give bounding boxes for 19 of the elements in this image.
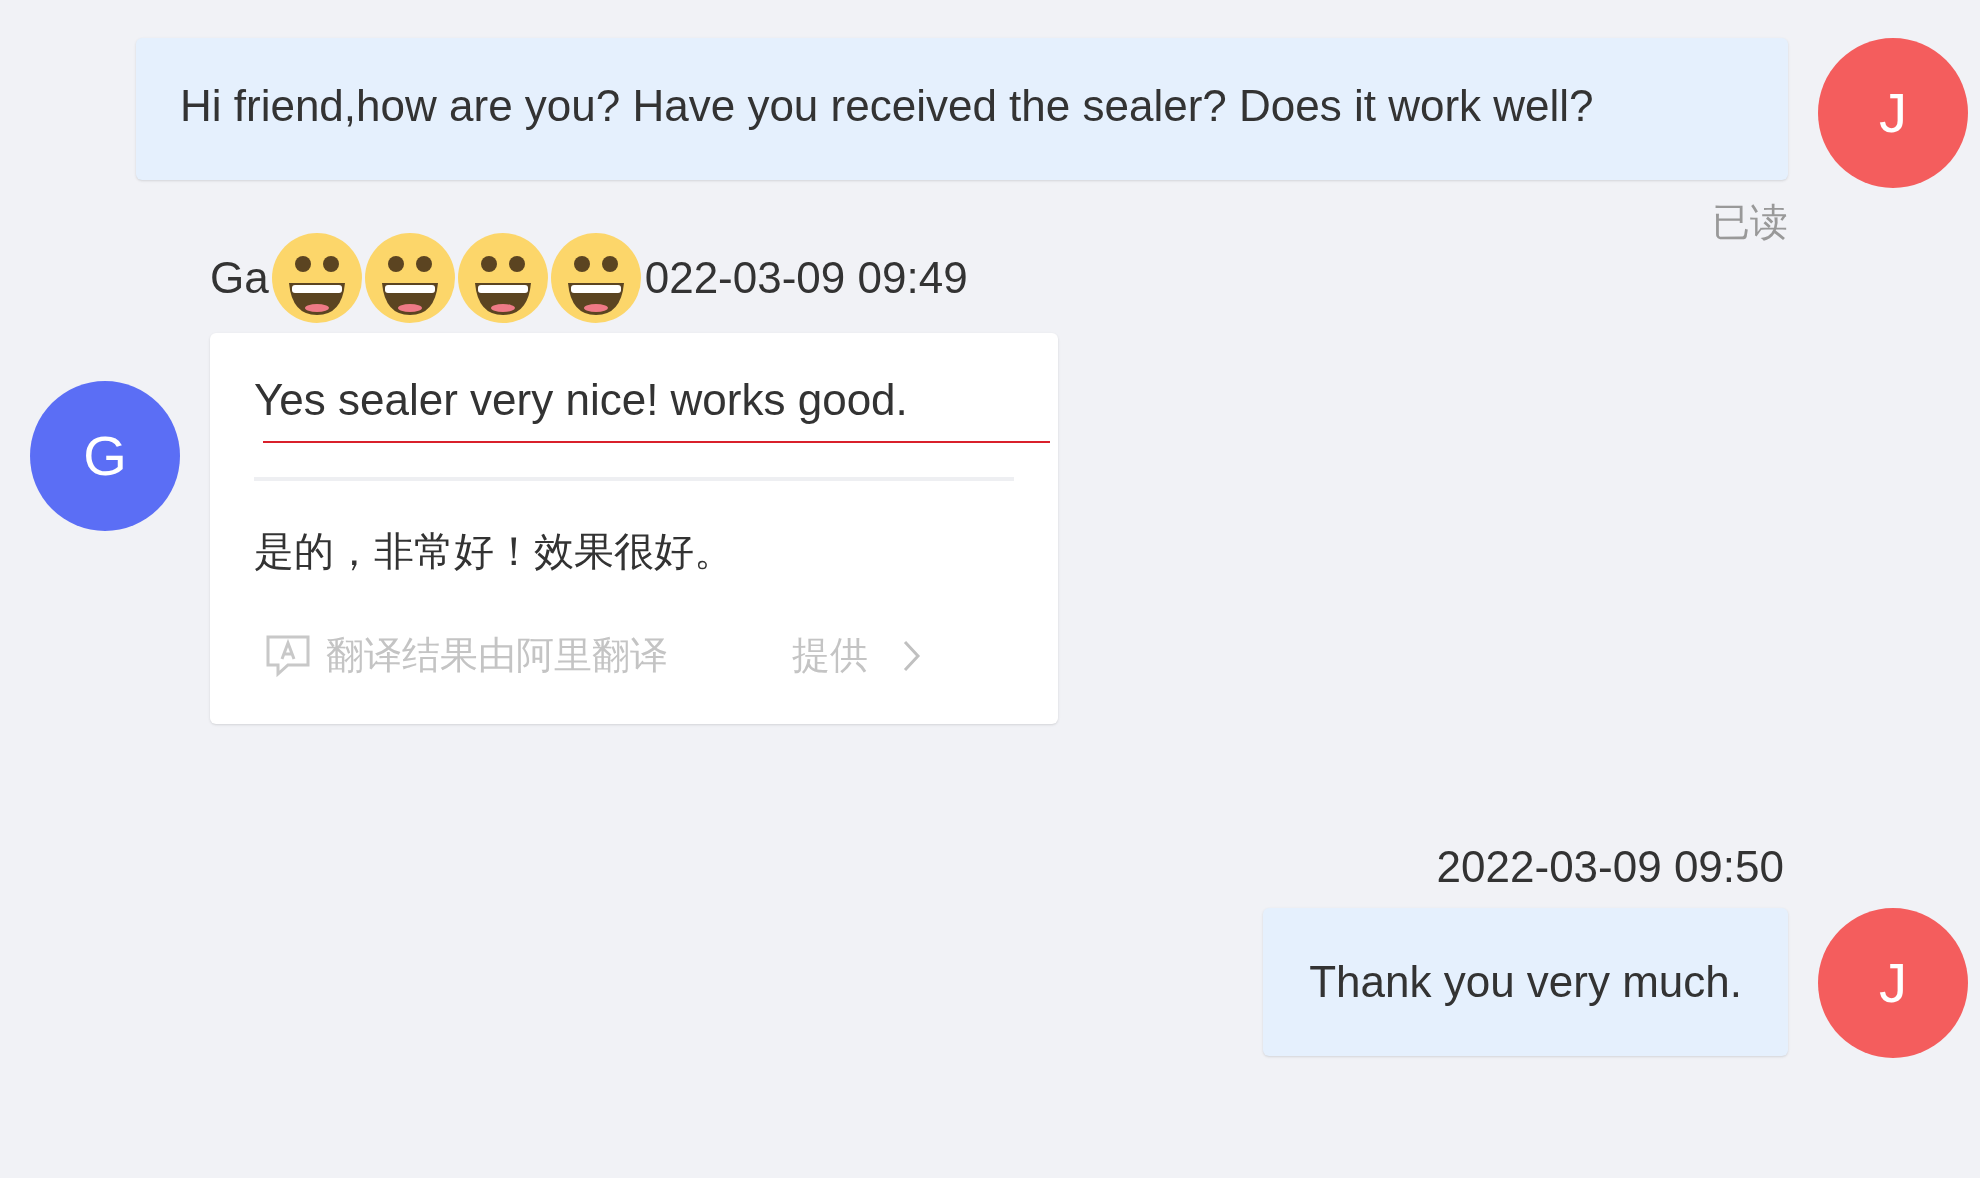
message-bubble: Hi friend,how are you? Have you received the sealer? Does it work well? [136,38,1788,180]
avatar[interactable]: J [1818,38,1968,188]
translation-text: 是的，非常好！效果很好。 [253,528,734,575]
translation-note: 提供 [792,633,868,678]
message-text: Yes sealer very nice! works good. [253,374,908,426]
avatar[interactable]: G [30,381,180,531]
translation-note: 翻译结果由阿里翻译 [326,633,668,678]
message-bubble: Thank you very much. [1263,908,1788,1056]
sender-name: Ga [210,252,269,304]
grinning-emoji-icon [457,231,548,325]
timestamp: 022-03-09 09:49 [644,252,968,304]
avatar[interactable]: J [1818,908,1968,1058]
timestamp: 2022-03-09 09:50 [1436,841,1784,893]
read-receipt: 已读 [1712,200,1788,245]
grinning-emoji-icon [271,231,362,325]
chevron-right-icon[interactable] [902,638,922,673]
grinning-emoji-icon [550,231,641,325]
grinning-emoji-icon [364,231,455,325]
translate-icon [264,633,312,678]
